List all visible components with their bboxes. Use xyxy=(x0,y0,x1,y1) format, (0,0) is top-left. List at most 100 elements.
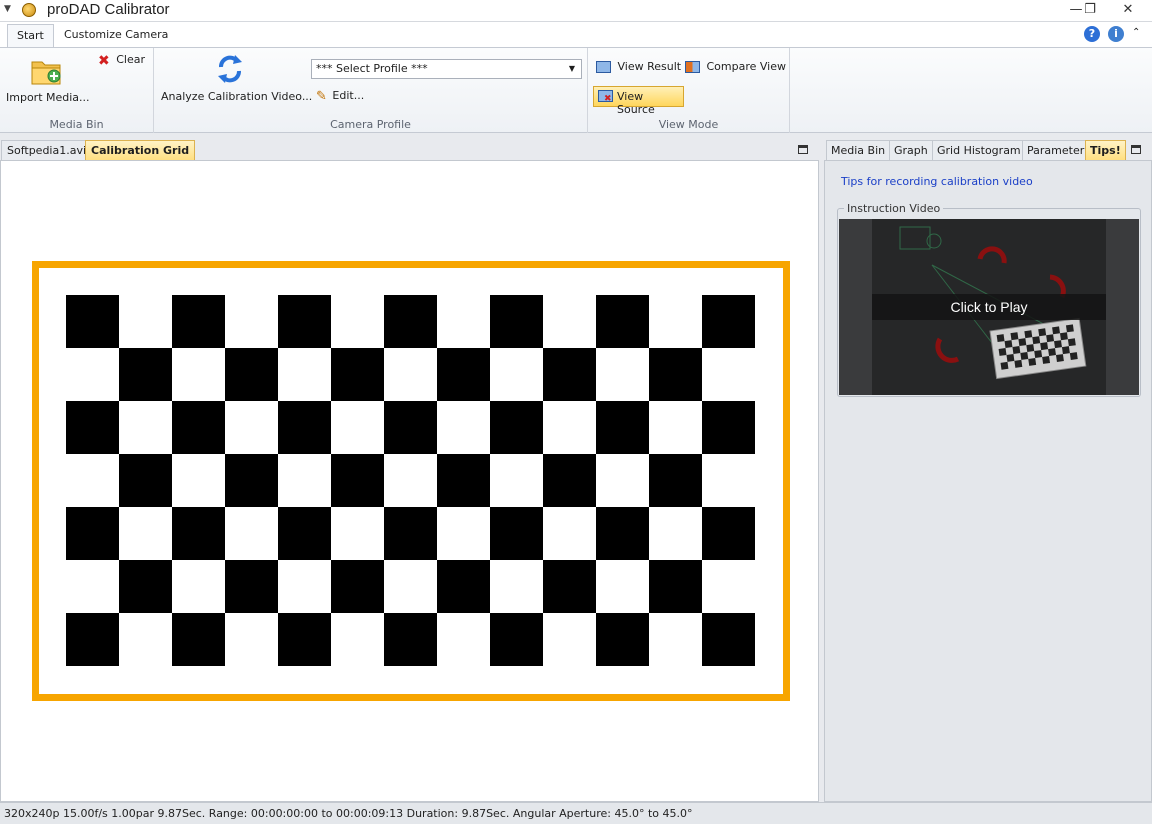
import-media-button[interactable]: Import Media... xyxy=(6,56,90,104)
checker-square xyxy=(384,613,437,666)
clear-button[interactable]: ✖ Clear xyxy=(98,53,145,69)
group-label-view-mode: View Mode xyxy=(658,118,719,131)
status-text: 320x240p 15.00f/s 1.00par 9.87Sec. Range… xyxy=(4,807,693,820)
view-result-label: View Result xyxy=(617,60,682,73)
tab-parameter[interactable]: Parameter xyxy=(1022,140,1090,161)
checker-square xyxy=(66,613,119,666)
checker-square xyxy=(596,613,649,666)
instruction-video-label: Instruction Video xyxy=(844,202,944,215)
checker-square xyxy=(225,560,278,613)
tab-customize-camera[interactable]: Customize Camera xyxy=(55,24,177,47)
checker-square xyxy=(490,401,543,454)
checker-square xyxy=(119,560,172,613)
checker-square xyxy=(225,348,278,401)
checker-square xyxy=(649,454,702,507)
click-to-play-button[interactable]: Click to Play xyxy=(872,294,1106,320)
tab-calibration-grid[interactable]: Calibration Grid xyxy=(85,140,196,161)
checker-square xyxy=(437,348,490,401)
view-source-button[interactable]: ✖ View Source xyxy=(593,86,684,116)
checker-square xyxy=(172,507,225,560)
about-icon[interactable]: i xyxy=(1108,26,1124,42)
tips-link[interactable]: Tips for recording calibration video xyxy=(841,175,1033,188)
checker-square xyxy=(490,613,543,666)
profile-select[interactable]: *** Select Profile *** ▼ xyxy=(311,59,582,79)
status-bar: 320x240p 15.00f/s 1.00par 9.87Sec. Range… xyxy=(0,802,1152,824)
checker-square xyxy=(490,507,543,560)
calibration-board-frame xyxy=(32,261,790,701)
tab-grid-histogram[interactable]: Grid Histogram xyxy=(932,140,1026,161)
tab-tips[interactable]: Tips! xyxy=(1085,140,1126,161)
tips-panel: Tips for recording calibration video Ins… xyxy=(824,160,1152,802)
clear-icon: ✖ xyxy=(98,53,110,69)
source-x-icon: ✖ xyxy=(604,94,612,104)
maximize-panel-icon[interactable] xyxy=(798,145,808,154)
view-result-button[interactable]: View Result xyxy=(596,60,681,73)
folder-add-icon xyxy=(31,61,61,85)
checker-square xyxy=(66,401,119,454)
checker-square xyxy=(278,295,331,348)
title-bar: ▼ proDAD Calibrator — ❐ ✕ xyxy=(0,0,1152,22)
close-button[interactable]: ✕ xyxy=(1108,0,1148,20)
instruction-video-group: Instruction Video Click to Play xyxy=(837,202,1141,397)
checker-square xyxy=(278,613,331,666)
calibration-grid-view xyxy=(0,160,819,802)
checker-square xyxy=(596,507,649,560)
checker-square xyxy=(384,295,437,348)
checker-square xyxy=(278,401,331,454)
group-media-bin: Import Media... ✖ Clear Media Bin xyxy=(0,48,154,133)
checker-square xyxy=(490,295,543,348)
checker-square xyxy=(596,295,649,348)
checker-square xyxy=(331,560,384,613)
tab-graph[interactable]: Graph xyxy=(889,140,933,161)
checker-square xyxy=(66,295,119,348)
edit-profile-button[interactable]: ✎ Edit... xyxy=(316,89,364,104)
system-menu-icon[interactable]: ▼ xyxy=(4,4,11,14)
collapse-ribbon-icon[interactable]: ⌃ xyxy=(1132,27,1140,38)
checker-square xyxy=(649,348,702,401)
document-tabs: Softpedia1.avi Calibration Grid xyxy=(0,138,818,161)
group-label-camera-profile: Camera Profile xyxy=(330,118,411,131)
right-panel-tabs: Media Bin Graph Grid Histogram Parameter… xyxy=(824,138,1152,161)
window-title: proDAD Calibrator xyxy=(47,1,170,18)
checker-square xyxy=(172,295,225,348)
profile-select-value: *** Select Profile *** xyxy=(316,62,428,75)
edit-label: Edit... xyxy=(332,89,365,102)
view-source-label: View Source xyxy=(617,90,655,116)
checker-square xyxy=(596,401,649,454)
clear-label: Clear xyxy=(116,53,146,66)
checker-square xyxy=(649,560,702,613)
checker-square xyxy=(702,507,755,560)
checker-square xyxy=(225,454,278,507)
tab-start[interactable]: Start xyxy=(7,24,54,47)
checker-square xyxy=(66,507,119,560)
ribbon-tabs: Start Customize Camera ? i ⌃ xyxy=(0,22,1152,47)
chevron-down-icon: ▼ xyxy=(568,64,575,73)
checker-square xyxy=(384,507,437,560)
checker-square xyxy=(119,454,172,507)
instruction-video[interactable]: Click to Play xyxy=(839,219,1139,395)
analyze-label: Analyze Calibration Video... xyxy=(161,90,313,103)
checker-square xyxy=(172,613,225,666)
compare-view-label: Compare View xyxy=(706,60,787,73)
checker-square xyxy=(702,613,755,666)
edit-icon: ✎ xyxy=(316,89,327,104)
maximize-button[interactable]: ❐ xyxy=(1076,0,1104,20)
tab-media-bin[interactable]: Media Bin xyxy=(826,140,891,161)
checker-square xyxy=(437,454,490,507)
checker-square xyxy=(172,401,225,454)
checker-square xyxy=(543,454,596,507)
refresh-icon xyxy=(218,55,242,83)
import-media-label: Import Media... xyxy=(6,91,90,104)
maximize-right-panel-icon[interactable] xyxy=(1131,145,1141,154)
compare-icon xyxy=(685,61,700,73)
compare-view-button[interactable]: Compare View xyxy=(685,60,786,73)
analyze-calibration-button[interactable]: Analyze Calibration Video... xyxy=(161,53,313,103)
checker-square xyxy=(278,507,331,560)
ribbon: Import Media... ✖ Clear Media Bin Analyz… xyxy=(0,47,1152,133)
checker-square xyxy=(543,348,596,401)
tab-softpedia-avi[interactable]: Softpedia1.avi xyxy=(1,140,93,161)
checker-square xyxy=(119,348,172,401)
monitor-icon xyxy=(596,61,611,73)
checker-square xyxy=(384,401,437,454)
help-icon[interactable]: ? xyxy=(1084,26,1100,42)
